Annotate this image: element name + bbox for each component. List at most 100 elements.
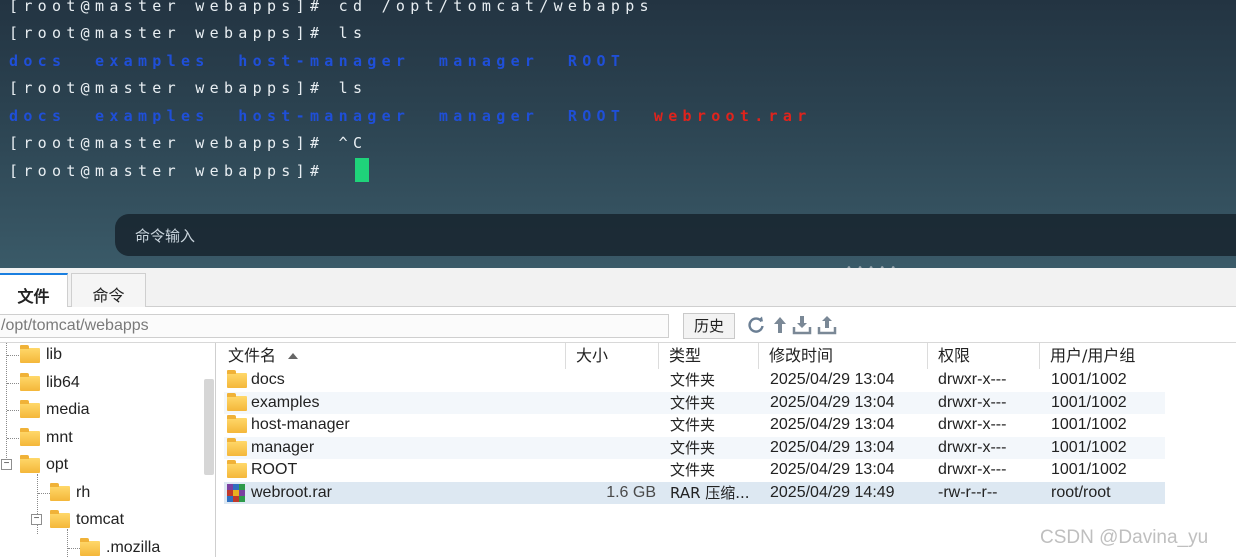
tree-guide <box>7 383 19 384</box>
cell-owner: 1001/1002 <box>1051 438 1127 456</box>
column-header-name[interactable]: 文件名 <box>218 343 566 369</box>
tree-item-lib[interactable]: lib <box>0 343 200 367</box>
tree-item-rh[interactable]: rh <box>0 481 200 505</box>
terminal-line: [root@master webapps]# <box>9 160 339 182</box>
tree-item-mnt[interactable]: mnt <box>0 426 200 450</box>
collapse-icon[interactable]: − <box>31 514 42 525</box>
terminal-text: [root@master webapps]# <box>9 162 339 180</box>
cell-type: 文件夹 <box>670 393 716 412</box>
cell-mtime: 2025/04/29 13:04 <box>770 416 895 434</box>
tree-guide <box>7 410 19 411</box>
command-input-bar[interactable]: 命令输入 <box>115 214 1236 256</box>
cell-mtime: 2025/04/29 14:49 <box>770 484 895 501</box>
tree-item-media[interactable]: media <box>0 398 200 422</box>
cell-size: 1.6 GB <box>606 484 656 501</box>
file-row-host-manager[interactable]: host-manager 文件夹 2025/04/29 13:04 drwxr-x--… <box>224 414 1165 436</box>
terminal-text: [root@master webapps]# cd /opt/tomcat/we… <box>9 0 654 15</box>
tree-scrollbar[interactable] <box>204 379 214 475</box>
column-header-label: 修改时间 <box>769 346 834 365</box>
folder-icon <box>227 437 247 456</box>
folder-icon <box>227 370 247 388</box>
tree-item-label: media <box>46 401 90 418</box>
column-header-label: 文件名 <box>228 346 277 365</box>
cell-owner: 1001/1002 <box>1051 461 1127 479</box>
tab-commands[interactable]: 命令 <box>71 273 146 307</box>
tree-item-label: tomcat <box>76 511 125 528</box>
column-header-label: 类型 <box>669 346 702 365</box>
cell-type: 文件夹 <box>670 438 716 457</box>
directory-tree[interactable]: lib lib64 media mnt − opt rh − tomcat .m… <box>0 343 216 557</box>
watermark: CSDN @Davina_yu <box>1040 527 1209 548</box>
tree-item-tomcat[interactable]: − tomcat <box>0 508 200 532</box>
path-input[interactable]: /opt/tomcat/webapps <box>0 314 669 338</box>
tree-item-label: .mozilla <box>106 539 161 556</box>
cell-mtime: 2025/04/29 13:04 <box>770 393 895 411</box>
upload-icon[interactable] <box>817 315 837 335</box>
sort-ascending-icon <box>288 353 298 359</box>
cell-owner: root/root <box>1051 484 1111 501</box>
column-header-label: 大小 <box>576 346 609 365</box>
column-header-type[interactable]: 类型 <box>659 343 759 369</box>
terminal-line: docs examples host-manager manager ROOT … <box>9 105 812 127</box>
tree-item-lib64[interactable]: lib64 <box>0 371 200 395</box>
tree-item-label: rh <box>76 484 91 501</box>
folder-icon <box>50 510 70 528</box>
rar-archive-icon <box>227 484 245 502</box>
folder-icon <box>20 428 40 446</box>
cell-perm: -rw-r--r-- <box>938 484 998 501</box>
cell-name: host-manager <box>251 416 350 434</box>
column-header-size[interactable]: 大小 <box>566 343 659 369</box>
cell-name: examples <box>251 393 320 411</box>
cell-name: webroot.rar <box>251 484 332 501</box>
file-row-examples[interactable]: examples 文件夹 2025/04/29 13:04 drwxr-x--- 100… <box>224 391 1165 414</box>
tree-item-label: mnt <box>46 429 73 446</box>
refresh-icon[interactable] <box>746 315 766 335</box>
cell-type: RAR 压缩... <box>670 484 750 502</box>
cell-mtime: 2025/04/29 13:04 <box>770 461 895 479</box>
cell-name: docs <box>251 371 285 388</box>
column-header-label: 用户/用户组 <box>1050 346 1136 365</box>
tree-item-label: lib64 <box>46 374 80 391</box>
file-list[interactable]: 文件名 大小 类型 修改时间 权限 用户/用户组 docs 文件夹 2025/04/… <box>218 343 1236 557</box>
file-row-docs[interactable]: docs 文件夹 2025/04/29 13:04 drwxr-x--- 1001/10… <box>224 369 1165 391</box>
cell-perm: drwxr-x--- <box>938 438 1007 456</box>
cell-perm: drwxr-x--- <box>938 371 1007 388</box>
folder-icon <box>20 400 40 418</box>
path-toolbar: /opt/tomcat/webapps 历史 <box>0 307 1236 343</box>
cell-type: 文件夹 <box>670 416 716 435</box>
tree-item-mozilla[interactable]: .mozilla <box>0 536 200 557</box>
tree-guide <box>38 493 50 494</box>
command-input-placeholder: 命令输入 <box>135 227 196 245</box>
tab-files[interactable]: 文件 <box>0 273 68 308</box>
tree-guide <box>7 355 19 356</box>
folder-icon <box>227 460 247 479</box>
history-button[interactable]: 历史 <box>683 313 735 339</box>
tree-item-opt[interactable]: − opt <box>0 453 200 477</box>
cell-owner: 1001/1002 <box>1051 371 1127 388</box>
up-directory-icon[interactable] <box>770 315 790 335</box>
link-folder-icon <box>20 345 40 363</box>
column-header-permission[interactable]: 权限 <box>928 343 1040 369</box>
terminal-text: docs examples host-manager manager ROOT <box>9 52 626 70</box>
terminal-text: webroot.rar <box>653 107 812 125</box>
download-icon[interactable] <box>792 315 812 335</box>
column-header-mtime[interactable]: 修改时间 <box>759 343 928 369</box>
terminal-text: [root@master webapps]# ls <box>9 24 368 42</box>
folder-icon <box>50 483 70 501</box>
cell-perm: drwxr-x--- <box>938 461 1007 479</box>
column-header-owner[interactable]: 用户/用户组 <box>1040 343 1236 369</box>
cell-owner: 1001/1002 <box>1051 416 1127 434</box>
folder-icon <box>80 538 100 556</box>
file-row-manager[interactable]: manager 文件夹 2025/04/29 13:04 drwxr-x--- 1001… <box>224 436 1165 459</box>
tree-guide <box>68 548 80 549</box>
cell-name: ROOT <box>251 461 298 479</box>
cell-mtime: 2025/04/29 13:04 <box>770 438 895 456</box>
file-row-webroot-rar[interactable]: webroot.rar 1.6 GB RAR 压缩... 2025/04/29 14:… <box>224 482 1165 504</box>
folder-icon <box>227 392 247 411</box>
collapse-icon[interactable]: − <box>1 459 12 470</box>
terminal-panel[interactable]: [root@master webapps]# cd /opt/tomcat/we… <box>0 0 1236 268</box>
file-row-root[interactable]: ROOT 文件夹 2025/04/29 13:04 drwxr-x--- 1001/10… <box>224 459 1165 481</box>
tree-guide <box>7 438 19 439</box>
tree-item-label: lib <box>46 346 63 363</box>
terminal-cursor <box>355 158 369 182</box>
